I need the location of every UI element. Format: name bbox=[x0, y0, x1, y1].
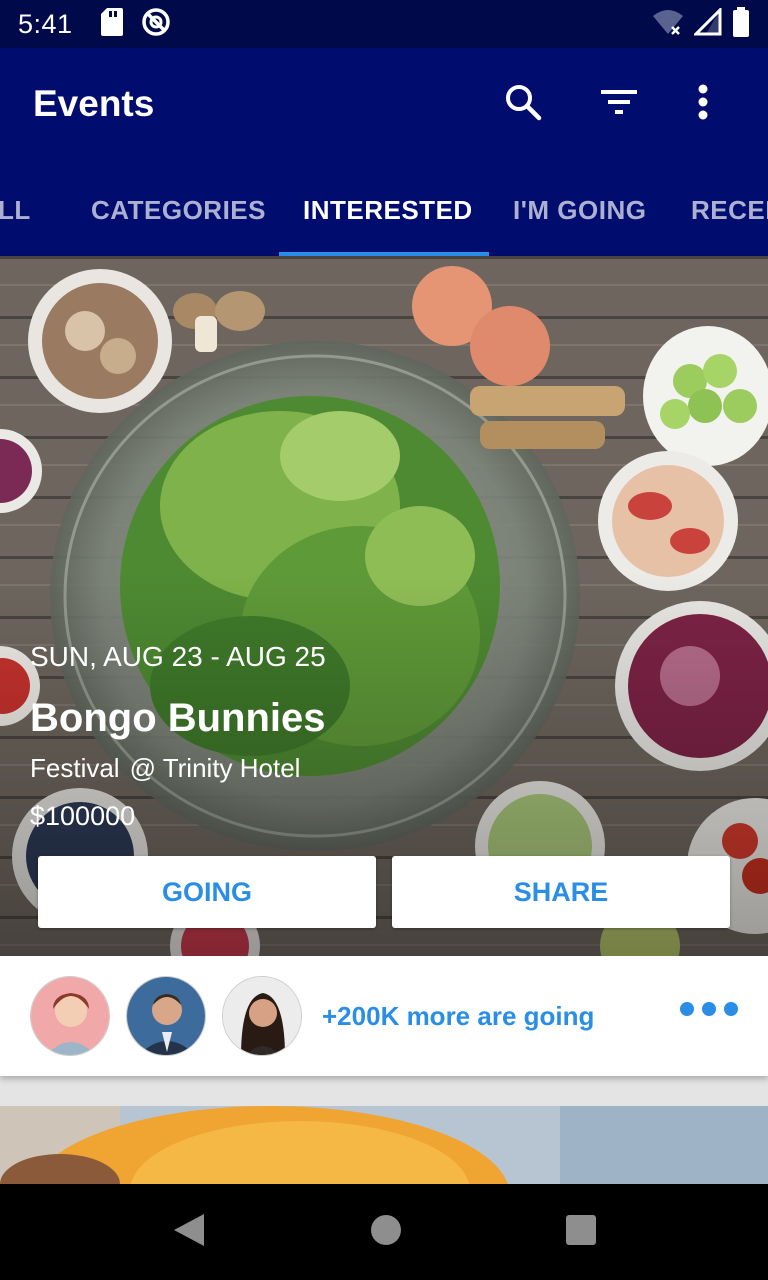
attendees-row: +200K more are going bbox=[0, 956, 768, 1076]
tab-categories[interactable]: CATEGORIES bbox=[91, 160, 266, 256]
event-meta: Festival @ Trinity Hotel bbox=[30, 753, 300, 784]
tab-recent[interactable]: RECEN bbox=[691, 160, 768, 256]
tab-bar: LL CATEGORIES INTERESTED I'M GOING RECEN bbox=[0, 160, 768, 256]
recents-icon[interactable] bbox=[566, 1214, 596, 1250]
more-horiz-icon-dot bbox=[724, 1002, 738, 1016]
status-time: 5:41 bbox=[18, 8, 73, 39]
filter-button[interactable] bbox=[587, 72, 651, 136]
avatar[interactable] bbox=[126, 976, 206, 1056]
sd-card-icon bbox=[100, 7, 123, 41]
screen: 5:41 Events LL CATEGORIES INTERESTED I'M… bbox=[0, 0, 768, 1280]
event-date: SUN, AUG 23 - AUG 25 bbox=[30, 641, 326, 672]
system-nav-bar bbox=[0, 1184, 768, 1280]
going-button[interactable]: GOING bbox=[38, 856, 376, 928]
attendees-count[interactable]: +200K more are going bbox=[322, 1001, 594, 1032]
status-bar: 5:41 bbox=[0, 0, 768, 48]
avatar[interactable] bbox=[30, 976, 110, 1056]
image-overlay bbox=[0, 256, 768, 956]
back-icon[interactable] bbox=[172, 1212, 206, 1253]
home-icon[interactable] bbox=[370, 1214, 402, 1251]
more-options-button[interactable] bbox=[680, 1002, 738, 1016]
tab-all[interactable]: LL bbox=[0, 160, 31, 256]
search-icon bbox=[504, 83, 542, 126]
sync-blocked-icon bbox=[141, 7, 171, 42]
share-button[interactable]: SHARE bbox=[392, 856, 730, 928]
next-event-image[interactable] bbox=[0, 1106, 768, 1184]
more-horiz-icon bbox=[680, 1002, 694, 1016]
search-button[interactable] bbox=[491, 72, 555, 136]
tab-im-going[interactable]: I'M GOING bbox=[513, 160, 646, 256]
battery-icon bbox=[732, 6, 750, 42]
event-price: $100000 bbox=[30, 801, 136, 831]
wifi-off-icon bbox=[652, 8, 684, 41]
more-horiz-icon-dot bbox=[702, 1002, 716, 1016]
event-card[interactable]: SUN, AUG 23 - AUG 25 Bongo Bunnies Festi… bbox=[0, 256, 768, 1076]
filter-icon bbox=[600, 88, 638, 121]
event-image: SUN, AUG 23 - AUG 25 Bongo Bunnies Festi… bbox=[0, 256, 768, 956]
app-bar: Events bbox=[0, 48, 768, 160]
app-title: Events bbox=[33, 83, 155, 124]
signal-icon bbox=[692, 5, 722, 41]
event-title: Bongo Bunnies bbox=[30, 696, 326, 740]
avatar[interactable] bbox=[222, 976, 302, 1056]
event-category: Festival bbox=[30, 753, 120, 783]
overflow-menu-button[interactable] bbox=[671, 72, 735, 136]
more-vert-icon bbox=[698, 84, 708, 125]
tab-interested[interactable]: INTERESTED bbox=[303, 160, 473, 256]
event-venue: @ Trinity Hotel bbox=[129, 753, 301, 783]
